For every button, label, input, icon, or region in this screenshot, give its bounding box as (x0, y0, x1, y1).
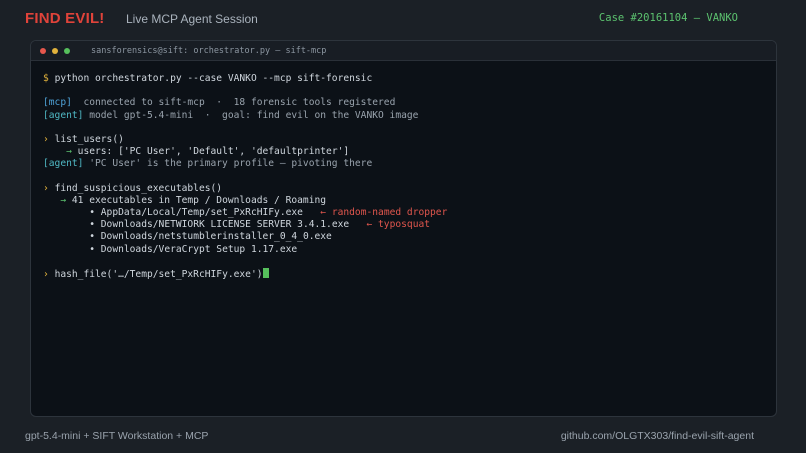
file-path: Downloads/NETWIORK LICENSE SERVER 3.4.1.… (100, 219, 350, 231)
file-path: AppData/Local/Temp/set_PxRcHIFy.exe (100, 207, 303, 219)
list-item: • Downloads/VeraCrypt Setup 1.17.exe (43, 244, 776, 256)
finding-note: ← random-named dropper (320, 207, 448, 219)
finding-note: ← typosquat (366, 219, 431, 231)
bullet-icon: • (89, 219, 95, 231)
command-text: python orchestrator.py --case VANKO --mc… (54, 73, 373, 84)
case-id: Case #20161104 — VANKO (598, 12, 738, 24)
agent-status-text: model gpt-5.4-mini · goal: find evil on … (83, 109, 419, 121)
footer-repo-link[interactable]: github.com/OLGTX303/find-evil-sift-agent (561, 430, 754, 442)
mcp-tag: [mcp] (43, 97, 72, 109)
terminal-output[interactable]: $ python orchestrator.py --case VANKO --… (31, 61, 776, 280)
bullet-icon: • (89, 243, 95, 255)
list-item: • AppData/Local/Temp/set_PxRcHIFy.exe ← … (43, 207, 776, 219)
footer-stack-label: gpt-5.4-mini + SIFT Workstation + MCP (25, 430, 209, 442)
arrow-right-icon: → (66, 146, 72, 158)
terminal-window: sansforensics@sift: orchestrator.py — si… (30, 40, 777, 417)
file-path: Downloads/VeraCrypt Setup 1.17.exe (100, 243, 298, 255)
chevron-right-icon: › (43, 182, 49, 194)
tool-result-line: → 41 executables in Temp / Downloads / R… (43, 195, 776, 207)
tool-call-hash-file: › hash_file('…/Temp/set_PxRcHIFy.exe') (43, 268, 776, 280)
chevron-right-icon: › (43, 269, 49, 280)
tool-call-find-suspicious: › find_suspicious_executables() (43, 183, 776, 195)
tool-result-text: 41 executables in Temp / Downloads / Roa… (71, 194, 327, 206)
tool-result-line: → users: ['PC User', 'Default', 'default… (43, 146, 776, 158)
tool-call-text: hash_file('…/Temp/set_PxRcHIFy.exe') (54, 269, 263, 280)
agent-tag: [agent] (43, 109, 84, 121)
agent-tag: [agent] (43, 158, 84, 170)
tool-call-list-users: › list_users() (43, 134, 776, 146)
agent-note-text: 'PC User' is the primary profile — pivot… (83, 158, 373, 170)
tool-result-text: users: ['PC User', 'Default', 'defaultpr… (77, 146, 350, 158)
status-line-agent: [agent] model gpt-5.4-mini · goal: find … (43, 110, 776, 122)
tool-call-text: find_suspicious_executables() (54, 182, 223, 194)
list-item: • Downloads/netstumblerinstaller_0_4_0.e… (43, 231, 776, 243)
chevron-right-icon: › (43, 133, 49, 145)
list-item: • Downloads/NETWIORK LICENSE SERVER 3.4.… (43, 219, 776, 231)
bullet-icon: • (89, 231, 95, 243)
tool-call-text: list_users() (54, 133, 124, 145)
status-line-mcp: [mcp] connected to sift-mcp · 18 forensi… (43, 97, 776, 109)
slide: FIND EVIL! Live MCP Agent Session Case #… (0, 0, 806, 453)
bullet-icon: • (89, 207, 95, 219)
session-title: Live MCP Agent Session (126, 12, 258, 26)
brand-title: FIND EVIL! (25, 10, 105, 27)
agent-note-line: [agent] 'PC User' is the primary profile… (43, 158, 776, 170)
arrow-right-icon: → (60, 194, 67, 206)
command-line: $ python orchestrator.py --case VANKO --… (43, 73, 776, 85)
terminal-titlebar: sansforensics@sift: orchestrator.py — si… (31, 41, 776, 61)
text-cursor (262, 268, 269, 278)
maximize-window-icon[interactable] (64, 47, 70, 54)
file-path: Downloads/netstumblerinstaller_0_4_0.exe (100, 231, 332, 243)
mcp-status-text: connected to sift-mcp · 18 forensic tool… (71, 97, 396, 109)
minimize-window-icon[interactable] (52, 47, 58, 54)
terminal-title: sansforensics@sift: orchestrator.py — si… (91, 45, 327, 56)
shell-prompt: $ (43, 73, 49, 84)
close-window-icon[interactable] (40, 47, 46, 54)
